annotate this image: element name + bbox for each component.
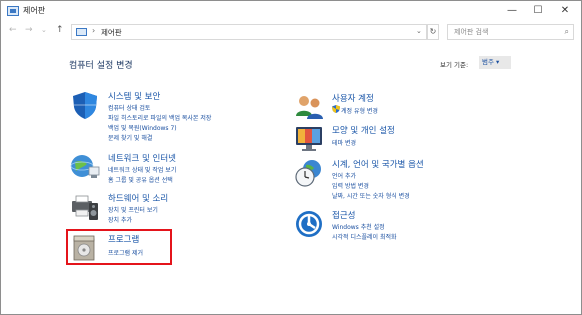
search-input[interactable]: 제어판 검색 xyxy=(454,27,488,37)
breadcrumb-separator: › xyxy=(92,26,96,35)
view-by-label: 보기 기준: xyxy=(440,61,469,69)
category-title[interactable]: 시스템 및 보안 xyxy=(108,90,160,102)
maximize-button[interactable]: ☐ xyxy=(523,1,553,22)
ease-of-access-icon[interactable] xyxy=(294,209,324,239)
address-dropdown-icon[interactable]: ⌄ xyxy=(416,27,422,35)
control-panel-small-icon xyxy=(76,28,87,36)
network-globe-icon[interactable] xyxy=(70,152,100,182)
back-button[interactable]: ← xyxy=(9,25,17,35)
title-bar[interactable]: 제어판 — ☐ ✕ xyxy=(1,1,581,22)
link-file-history[interactable]: 파일 히스토리로 파일의 백업 복사본 저장 xyxy=(108,113,211,122)
link-review-status[interactable]: 컴퓨터 상태 검토 xyxy=(108,103,150,112)
refresh-button[interactable]: ↻ xyxy=(427,24,439,40)
address-row: ← → ⌄ ↑ › 제어판 ⌄ ↻ 제어판 검색 ⌕ xyxy=(1,22,581,43)
category-title[interactable]: 네트워크 및 인터넷 xyxy=(108,152,176,164)
users-icon[interactable] xyxy=(294,92,324,122)
link-add-device[interactable]: 장치 추가 xyxy=(108,215,132,224)
category-title[interactable]: 사용자 계정 xyxy=(332,92,374,104)
breadcrumb-control-panel[interactable]: 제어판 xyxy=(101,27,122,38)
page-title: 컴퓨터 설정 변경 xyxy=(69,61,133,71)
category-title[interactable]: 접근성 xyxy=(332,209,355,221)
link-add-language[interactable]: 언어 추가 xyxy=(332,171,356,180)
link-optimize-display[interactable]: 시각적 디스플레이 최적화 xyxy=(332,232,397,241)
link-change-account-type[interactable]: 계정 유형 변경 xyxy=(341,106,378,115)
category-appearance: 모양 및 개인 설정 테마 변경 xyxy=(294,124,504,151)
link-change-date-time-format[interactable]: 날짜, 시간 또는 숫자 형식 변경 xyxy=(332,191,410,200)
category-hardware-sound: 하드웨어 및 소리 장치 및 프린터 보기 장치 추가 xyxy=(70,192,280,227)
up-button[interactable]: ↑ xyxy=(56,25,64,35)
display-icon[interactable] xyxy=(294,124,324,154)
printer-speaker-icon[interactable] xyxy=(70,192,100,222)
clock-globe-icon[interactable] xyxy=(294,158,324,188)
search-box[interactable]: 제어판 검색 ⌕ xyxy=(447,24,574,40)
close-button[interactable]: ✕ xyxy=(550,1,580,22)
category-user-accounts: 사용자 계정 계정 유형 변경 xyxy=(294,92,504,119)
link-recommended-settings[interactable]: Windows 추천 설정 xyxy=(332,222,385,231)
uac-shield-icon xyxy=(332,105,340,113)
category-ease-of-access: 접근성 Windows 추천 설정 시각적 디스플레이 최적화 xyxy=(294,209,504,243)
search-icon[interactable]: ⌕ xyxy=(565,27,569,37)
link-troubleshoot[interactable]: 문제 찾기 및 해결 xyxy=(108,133,152,142)
view-by-dropdown[interactable]: 범주 ▾ xyxy=(479,56,511,69)
category-title[interactable]: 하드웨어 및 소리 xyxy=(108,192,168,204)
link-network-status[interactable]: 네트워크 상태 및 작업 보기 xyxy=(108,165,176,174)
programs-highlight-box xyxy=(66,229,172,265)
category-network-internet: 네트워크 및 인터넷 네트워크 상태 및 작업 보기 홈 그룹 및 공유 옵션 … xyxy=(70,152,280,192)
control-panel-window: 제어판 — ☐ ✕ ← → ⌄ ↑ › 제어판 ⌄ ↻ 제어판 검색 ⌕ 컴퓨터… xyxy=(0,0,582,315)
link-homegroup[interactable]: 홈 그룹 및 공유 옵션 선택 xyxy=(108,175,173,184)
control-panel-app-icon xyxy=(7,6,19,16)
shield-icon[interactable] xyxy=(70,90,100,120)
address-bar[interactable]: › 제어판 ⌄ xyxy=(71,24,427,40)
category-title[interactable]: 모양 및 개인 설정 xyxy=(332,124,395,136)
link-change-theme[interactable]: 테마 변경 xyxy=(332,138,356,147)
window-title: 제어판 xyxy=(23,6,46,15)
forward-button[interactable]: → xyxy=(25,25,33,35)
link-backup-restore[interactable]: 백업 및 복원(Windows 7) xyxy=(108,123,177,132)
category-system-security: 시스템 및 보안 컴퓨터 상태 검토 파일 히스토리로 파일의 백업 복사본 저… xyxy=(70,90,280,150)
link-devices-printers[interactable]: 장치 및 프린터 보기 xyxy=(108,205,158,214)
category-title[interactable]: 시계, 언어 및 국가별 옵션 xyxy=(332,158,424,170)
category-clock-language-region: 시계, 언어 및 국가별 옵션 언어 추가 입력 방법 변경 날짜, 시간 또는… xyxy=(294,158,514,202)
link-change-input-method[interactable]: 입력 방법 변경 xyxy=(332,181,369,190)
recent-locations-button[interactable]: ⌄ xyxy=(41,26,47,34)
